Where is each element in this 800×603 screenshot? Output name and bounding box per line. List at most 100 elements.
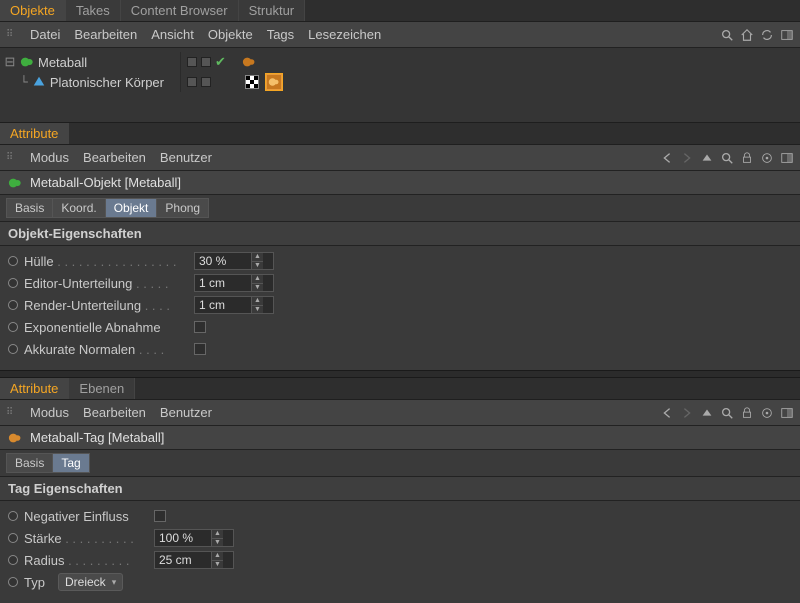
- menu-lesezeichen[interactable]: Lesezeichen: [308, 27, 381, 42]
- editor-visibility-toggle[interactable]: [187, 57, 197, 67]
- spin-up-icon[interactable]: ▲: [212, 552, 223, 560]
- menu-benutzer[interactable]: Benutzer: [160, 150, 212, 165]
- menu-tags[interactable]: Tags: [267, 27, 294, 42]
- editor-sub-input[interactable]: [195, 276, 251, 290]
- expand-toggle[interactable]: ⊟: [4, 54, 16, 70]
- subtab-koord[interactable]: Koord.: [53, 198, 105, 218]
- anim-dot[interactable]: [8, 511, 18, 521]
- prop-strength: Stärke . . . . . . . . . . ▲▼: [8, 527, 792, 549]
- dock-icon[interactable]: [780, 151, 794, 165]
- spin-down-icon[interactable]: ▼: [252, 283, 263, 291]
- anim-dot[interactable]: [8, 322, 18, 332]
- prop-label: Stärke: [24, 531, 62, 546]
- menu-benutzer[interactable]: Benutzer: [160, 405, 212, 420]
- lock-icon[interactable]: [740, 406, 754, 420]
- search-icon[interactable]: [720, 406, 734, 420]
- menu-modus[interactable]: Modus: [30, 405, 69, 420]
- attr2-menubar: ⠿ Modus Bearbeiten Benutzer: [0, 400, 800, 426]
- exp-falloff-checkbox[interactable]: [194, 321, 206, 333]
- tab-takes[interactable]: Takes: [66, 0, 121, 21]
- search-icon[interactable]: [720, 151, 734, 165]
- object-name[interactable]: Metaball: [38, 55, 87, 70]
- dock-icon[interactable]: [780, 406, 794, 420]
- prop-label: Radius: [24, 553, 64, 568]
- huelle-field[interactable]: ▲▼: [194, 252, 274, 270]
- menu-bearbeiten[interactable]: Bearbeiten: [83, 150, 146, 165]
- enabled-check-icon[interactable]: ✔: [215, 54, 226, 70]
- subtab-objekt[interactable]: Objekt: [106, 198, 158, 218]
- render-sub-input[interactable]: [195, 298, 251, 312]
- subtab-tag[interactable]: Tag: [53, 453, 89, 473]
- spin-down-icon[interactable]: ▼: [212, 560, 223, 568]
- anim-dot[interactable]: [8, 344, 18, 354]
- anim-dot[interactable]: [8, 278, 18, 288]
- attr2-header: Metaball-Tag [Metaball]: [0, 426, 800, 450]
- spin-up-icon[interactable]: ▲: [252, 253, 263, 261]
- radius-input[interactable]: [155, 553, 211, 567]
- huelle-input[interactable]: [195, 254, 251, 268]
- type-select[interactable]: Dreieck ▾: [58, 573, 123, 591]
- subtab-basis[interactable]: Basis: [6, 453, 53, 473]
- tab-attribute[interactable]: Attribute: [0, 123, 69, 144]
- radius-field[interactable]: ▲▼: [154, 551, 234, 569]
- metaball-tag-icon: [8, 431, 22, 445]
- prop-label: Editor-Unterteilung: [24, 276, 132, 291]
- metaball-tag-icon[interactable]: [240, 53, 258, 71]
- spin-down-icon[interactable]: ▼: [252, 261, 263, 269]
- metaball-icon: [8, 176, 22, 190]
- subtab-phong[interactable]: Phong: [157, 198, 209, 218]
- spin-up-icon[interactable]: ▲: [252, 297, 263, 305]
- render-visibility-toggle[interactable]: [201, 77, 211, 87]
- menu-modus[interactable]: Modus: [30, 150, 69, 165]
- anim-dot[interactable]: [8, 256, 18, 266]
- menu-datei[interactable]: Datei: [30, 27, 60, 42]
- tab-attribute[interactable]: Attribute: [0, 378, 69, 399]
- prop-type: Typ Dreieck ▾: [8, 571, 792, 593]
- tab-content-browser[interactable]: Content Browser: [121, 0, 239, 21]
- prop-huelle: Hülle . . . . . . . . . . . . . . . . . …: [8, 250, 792, 272]
- texture-tag-icon[interactable]: [243, 73, 261, 91]
- tree-row-platonic[interactable]: └ Platonischer Körper: [0, 72, 800, 92]
- negative-checkbox[interactable]: [154, 510, 166, 522]
- tree-row-metaball[interactable]: ⊟ Metaball ✔: [0, 52, 800, 72]
- tab-ebenen[interactable]: Ebenen: [69, 378, 135, 399]
- target-icon[interactable]: [760, 151, 774, 165]
- editor-sub-field[interactable]: ▲▼: [194, 274, 274, 292]
- render-sub-field[interactable]: ▲▼: [194, 296, 274, 314]
- target-icon[interactable]: [760, 406, 774, 420]
- object-name[interactable]: Platonischer Körper: [50, 75, 164, 90]
- nav-fwd-icon[interactable]: [680, 151, 694, 165]
- nav-up-icon[interactable]: [700, 406, 714, 420]
- menu-bearbeiten[interactable]: Bearbeiten: [83, 405, 146, 420]
- render-visibility-toggle[interactable]: [201, 57, 211, 67]
- spin-down-icon[interactable]: ▼: [212, 538, 223, 546]
- anim-dot[interactable]: [8, 533, 18, 543]
- nav-up-icon[interactable]: [700, 151, 714, 165]
- home-icon[interactable]: [740, 28, 754, 42]
- tab-struktur[interactable]: Struktur: [239, 0, 306, 21]
- menu-bearbeiten[interactable]: Bearbeiten: [74, 27, 137, 42]
- sync-icon[interactable]: [760, 28, 774, 42]
- metaball-tag-icon[interactable]: [265, 73, 283, 91]
- anim-dot[interactable]: [8, 555, 18, 565]
- nav-back-icon[interactable]: [660, 151, 674, 165]
- dock-icon[interactable]: [780, 28, 794, 42]
- subtab-basis[interactable]: Basis: [6, 198, 53, 218]
- accurate-normals-checkbox[interactable]: [194, 343, 206, 355]
- tab-objekte[interactable]: Objekte: [0, 0, 66, 21]
- spin-up-icon[interactable]: ▲: [212, 530, 223, 538]
- menu-objekte[interactable]: Objekte: [208, 27, 253, 42]
- strength-field[interactable]: ▲▼: [154, 529, 234, 547]
- lock-icon[interactable]: [740, 151, 754, 165]
- editor-visibility-toggle[interactable]: [187, 77, 197, 87]
- nav-fwd-icon[interactable]: [680, 406, 694, 420]
- strength-input[interactable]: [155, 531, 211, 545]
- attr1-header: Metaball-Objekt [Metaball]: [0, 171, 800, 195]
- spin-up-icon[interactable]: ▲: [252, 275, 263, 283]
- spin-down-icon[interactable]: ▼: [252, 305, 263, 313]
- anim-dot[interactable]: [8, 300, 18, 310]
- anim-dot[interactable]: [8, 577, 18, 587]
- menu-ansicht[interactable]: Ansicht: [151, 27, 194, 42]
- search-icon[interactable]: [720, 28, 734, 42]
- nav-back-icon[interactable]: [660, 406, 674, 420]
